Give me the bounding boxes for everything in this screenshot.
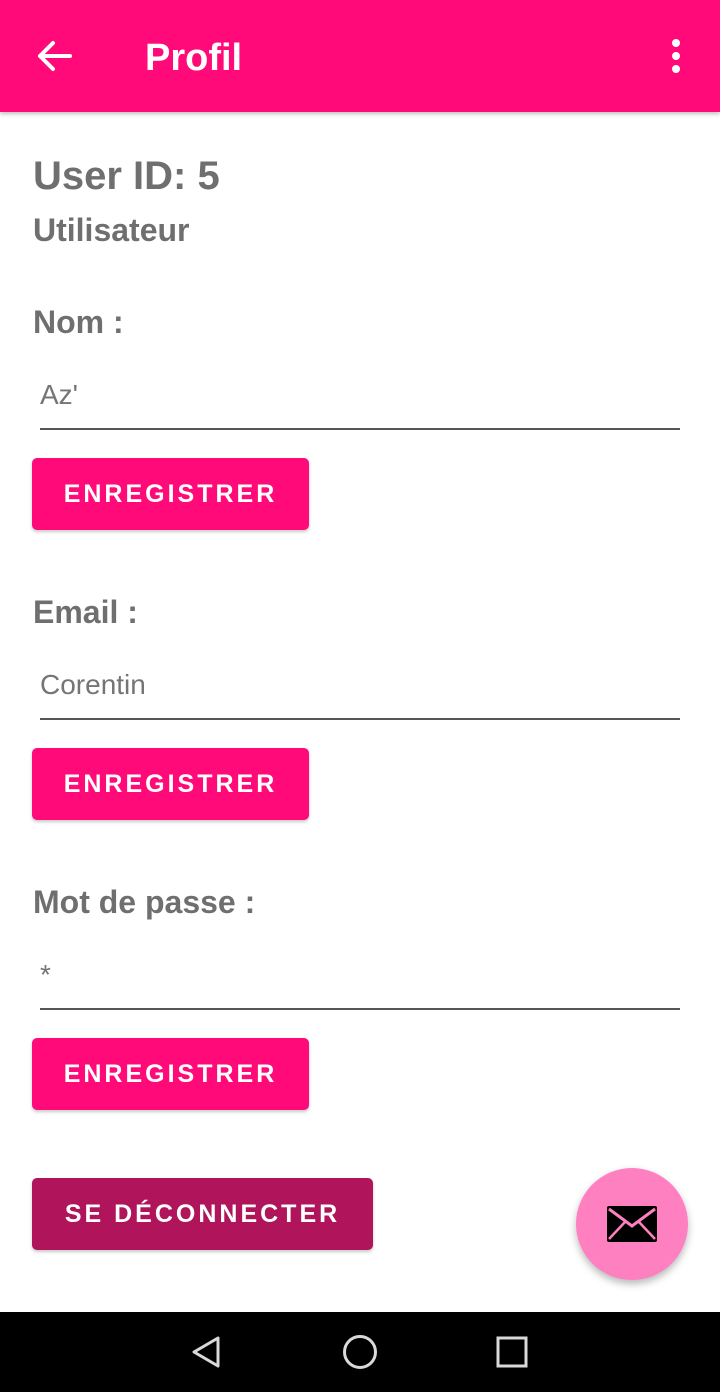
name-label: Nom : (33, 304, 124, 340)
profile-screen: Profil User ID: 5 Utilisateur Nom : ENRE… (0, 0, 720, 1392)
email-field[interactable] (40, 660, 680, 720)
user-role: Utilisateur (33, 212, 190, 248)
email-label: Email : (33, 594, 138, 630)
more-vertical-icon (672, 39, 680, 73)
nav-home-button[interactable] (330, 1328, 390, 1376)
password-field[interactable] (40, 950, 680, 1010)
overflow-menu-button[interactable] (652, 34, 700, 78)
nav-recents-button[interactable] (482, 1328, 542, 1376)
app-bar: Profil (0, 0, 720, 112)
logout-button[interactable]: SE DÉCONNECTER (32, 1178, 373, 1250)
name-field[interactable] (40, 370, 680, 430)
nav-back-icon (192, 1336, 220, 1368)
arrow-left-icon (38, 41, 72, 71)
page-title: Profil (145, 37, 243, 79)
nav-back-button[interactable] (176, 1328, 236, 1376)
nav-recents-icon (496, 1336, 528, 1368)
system-nav-bar (0, 1312, 720, 1392)
save-name-button[interactable]: ENREGISTRER (32, 458, 309, 530)
mail-icon (607, 1206, 657, 1242)
save-password-button[interactable]: ENREGISTRER (32, 1038, 309, 1110)
password-label: Mot de passe : (33, 884, 256, 920)
back-button[interactable] (26, 34, 82, 78)
user-id-text: User ID: 5 (33, 154, 220, 198)
mail-fab-button[interactable] (576, 1168, 688, 1280)
save-email-button[interactable]: ENREGISTRER (32, 748, 309, 820)
nav-home-icon (343, 1335, 377, 1369)
